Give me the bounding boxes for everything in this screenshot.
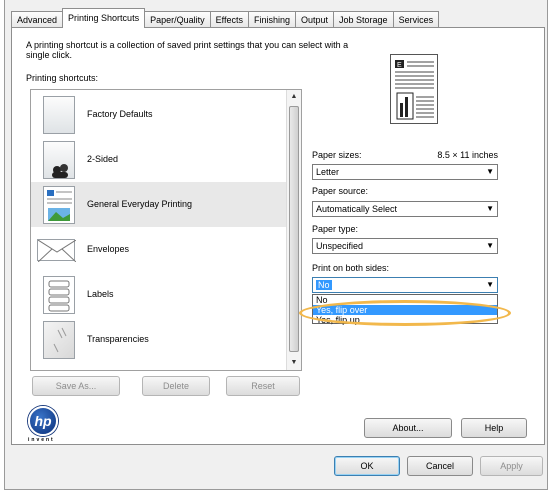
- tab-effects[interactable]: Effects: [209, 11, 249, 28]
- print-both-sides-value: No: [316, 280, 332, 290]
- chevron-down-icon: ▼: [486, 280, 494, 289]
- hp-logo-icon: hp: [28, 406, 58, 436]
- two-sided-pages-icon: [43, 141, 75, 179]
- shortcut-label: Labels: [87, 289, 114, 299]
- svg-text:E: E: [397, 62, 402, 69]
- paper-type-label: Paper type:: [312, 224, 359, 234]
- scroll-up-arrow-icon[interactable]: ▲: [287, 90, 301, 104]
- tab-printing-shortcuts[interactable]: Printing Shortcuts: [62, 8, 146, 28]
- paper-type-select[interactable]: Unspecified ▼: [312, 238, 498, 254]
- hp-invent-tagline: invent: [28, 437, 55, 443]
- paper-source-value: Automatically Select: [316, 204, 398, 214]
- shortcuts-list[interactable]: Factory Defaults 2-Sided General Everyda…: [30, 89, 302, 371]
- paper-dimension-text: 8.5 × 11 inches: [437, 150, 498, 160]
- tab-panel: A printing shortcut is a collection of s…: [11, 27, 545, 445]
- ok-button[interactable]: OK: [334, 456, 400, 476]
- shortcut-description: A printing shortcut is a collection of s…: [26, 40, 349, 60]
- shortcut-label: Envelopes: [87, 244, 130, 254]
- tab-output[interactable]: Output: [295, 11, 335, 28]
- help-button[interactable]: Help: [461, 418, 527, 438]
- scroll-thumb[interactable]: [289, 106, 299, 352]
- highlight-callout-ring: [299, 300, 511, 326]
- shortcuts-label: Printing shortcuts:: [26, 73, 99, 83]
- chevron-down-icon: ▼: [486, 204, 494, 213]
- shortcut-general-everyday-printing[interactable]: General Everyday Printing: [31, 182, 287, 227]
- apply-button[interactable]: Apply: [480, 456, 543, 476]
- shortcut-label: Transparencies: [87, 334, 149, 344]
- print-both-sides-label: Print on both sides:: [312, 263, 390, 273]
- shortcut-labels[interactable]: Labels: [31, 272, 287, 317]
- shortcut-label: Factory Defaults: [87, 109, 153, 119]
- delete-button[interactable]: Delete: [142, 376, 210, 396]
- scroll-down-arrow-icon[interactable]: ▼: [287, 356, 301, 370]
- blank-page-icon: [43, 96, 75, 134]
- tab-finishing[interactable]: Finishing: [247, 11, 296, 28]
- page-preview: E: [390, 54, 438, 124]
- shortcut-transparencies[interactable]: Transparencies: [31, 317, 287, 362]
- about-button[interactable]: About...: [364, 418, 452, 438]
- paper-sizes-value: Letter: [316, 167, 340, 177]
- chevron-down-icon: ▼: [486, 167, 494, 176]
- shortcuts-scrollbar[interactable]: ▲ ▼: [286, 90, 301, 370]
- shortcut-label: 2-Sided: [87, 154, 119, 164]
- transparency-icon: [43, 321, 75, 359]
- tab-advanced[interactable]: Advanced: [11, 11, 64, 28]
- tab-paper-quality[interactable]: Paper/Quality: [144, 11, 211, 28]
- save-as-button[interactable]: Save As...: [32, 376, 120, 396]
- paper-type-value: Unspecified: [316, 241, 364, 251]
- reset-button[interactable]: Reset: [226, 376, 300, 396]
- chevron-down-icon: ▼: [486, 241, 494, 250]
- document-image-icon: [43, 186, 75, 224]
- tab-services[interactable]: Services: [392, 11, 440, 28]
- paper-sizes-select[interactable]: Letter ▼: [312, 164, 498, 180]
- tab-strip: Advanced Printing Shortcuts Paper/Qualit…: [11, 8, 440, 28]
- printer-properties-window: Advanced Printing Shortcuts Paper/Qualit…: [4, 0, 548, 490]
- labels-sheet-icon: [43, 276, 75, 314]
- shortcut-factory-defaults[interactable]: Factory Defaults: [31, 92, 287, 137]
- print-both-sides-select[interactable]: No ▼: [312, 277, 498, 293]
- cancel-button[interactable]: Cancel: [407, 456, 473, 476]
- shortcut-envelopes[interactable]: Envelopes: [31, 227, 287, 272]
- envelope-icon: [37, 239, 76, 262]
- paper-source-label: Paper source:: [312, 186, 369, 196]
- paper-source-select[interactable]: Automatically Select ▼: [312, 201, 498, 217]
- paper-sizes-label: Paper sizes:: [312, 150, 362, 160]
- tab-job-storage[interactable]: Job Storage: [333, 11, 394, 28]
- shortcut-2-sided[interactable]: 2-Sided: [31, 137, 287, 182]
- shortcut-label: General Everyday Printing: [87, 199, 193, 209]
